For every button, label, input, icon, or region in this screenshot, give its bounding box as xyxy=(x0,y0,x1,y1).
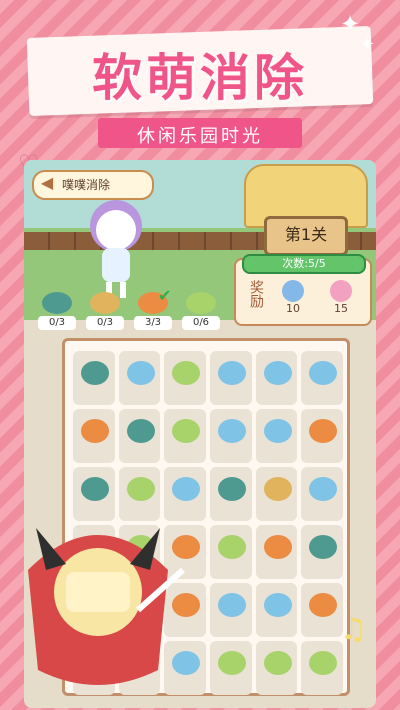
board-tile[interactable] xyxy=(118,409,161,463)
check-icon: ✔ xyxy=(158,286,172,305)
green-critter-icon xyxy=(218,651,246,675)
yellow-critter-icon xyxy=(263,477,292,501)
goal-progress: 0/3 xyxy=(86,316,124,330)
board-tile[interactable] xyxy=(301,467,343,521)
board-tile[interactable] xyxy=(255,351,298,405)
red-hood-girl-character xyxy=(28,528,185,685)
blue-critter-icon xyxy=(309,361,338,385)
blue-critter-icon xyxy=(263,361,292,385)
subtitle-banner: 休闲乐园时光 xyxy=(98,118,302,148)
goal-item: 0/6 xyxy=(180,292,222,332)
green-critter-icon xyxy=(186,292,216,314)
teal-critter-icon xyxy=(81,477,109,501)
reward-panel: 次数:5/5 奖励 10 15 xyxy=(234,254,372,326)
orange-critter-icon xyxy=(81,419,109,443)
reward-label: 奖励 xyxy=(248,280,264,308)
board-tile[interactable] xyxy=(210,409,252,463)
blue-critter-icon xyxy=(263,593,292,617)
back-button-label: 噗噗消除 xyxy=(62,178,111,192)
board-tile[interactable] xyxy=(301,525,343,579)
board-tile[interactable] xyxy=(255,525,298,579)
moves-label: 次数:5/5 xyxy=(282,257,326,270)
level-badge: 第1关 xyxy=(264,216,348,256)
goal-progress: 0/6 xyxy=(182,316,220,330)
level-label: 第1关 xyxy=(284,225,328,244)
board-tile[interactable] xyxy=(164,409,206,463)
teal-critter-icon xyxy=(81,361,109,385)
bottle-icon xyxy=(282,280,304,302)
goal-item: ✔ 3/3 xyxy=(132,286,174,332)
board-tile[interactable] xyxy=(255,641,298,695)
board-tile[interactable] xyxy=(301,351,343,405)
moves-bar: 次数:5/5 xyxy=(242,254,366,274)
board-tile[interactable] xyxy=(210,583,252,637)
goal-item: 0/3 xyxy=(36,292,78,332)
orange-critter-icon xyxy=(309,593,338,617)
board-tile[interactable] xyxy=(255,583,298,637)
star-gem-icon xyxy=(330,280,352,302)
reward-item-gem: 15 xyxy=(324,280,358,316)
orange-critter-icon xyxy=(90,292,120,314)
music-note-icon: ♫ xyxy=(340,612,367,647)
board-tile[interactable] xyxy=(210,525,252,579)
teal-critter-icon xyxy=(309,535,338,559)
board-tile[interactable] xyxy=(255,409,298,463)
board-tile[interactable] xyxy=(301,641,343,695)
board-tile[interactable] xyxy=(210,641,252,695)
reward-count: 10 xyxy=(286,302,300,315)
board-tile[interactable] xyxy=(210,351,252,405)
board-tile[interactable] xyxy=(301,583,343,637)
green-critter-icon xyxy=(263,651,292,675)
board-tile[interactable] xyxy=(210,467,252,521)
board-tile[interactable] xyxy=(73,351,115,405)
teal-critter-icon xyxy=(42,292,72,314)
goal-item: 0/3 xyxy=(84,292,126,332)
teal-critter-icon xyxy=(218,477,246,501)
blue-critter-icon xyxy=(126,361,155,385)
goal-progress: 0/3 xyxy=(38,316,76,330)
orange-critter-icon xyxy=(263,535,292,559)
green-critter-icon xyxy=(172,419,201,443)
green-critter-icon xyxy=(218,535,246,559)
sparkle-icon: ✦ xyxy=(340,10,361,38)
goal-list: 0/3 0/3 ✔ 3/3 0/6 xyxy=(36,286,236,332)
orange-critter-icon xyxy=(309,419,338,443)
blue-critter-icon xyxy=(218,419,246,443)
app-subtitle: 休闲乐园时光 xyxy=(137,126,263,147)
purple-hair-girl-character xyxy=(90,200,142,298)
board-tile[interactable] xyxy=(301,409,343,463)
app-title: 软萌消除 xyxy=(92,49,308,107)
board-tile[interactable] xyxy=(164,351,206,405)
board-tile[interactable] xyxy=(118,351,161,405)
reward-count: 15 xyxy=(334,302,348,315)
reward-item-bottle: 10 xyxy=(276,280,310,316)
goal-progress: 3/3 xyxy=(134,316,172,330)
green-critter-icon xyxy=(126,477,155,501)
board-tile[interactable] xyxy=(73,409,115,463)
blue-critter-icon xyxy=(263,419,292,443)
blue-critter-icon xyxy=(309,477,338,501)
green-critter-icon xyxy=(172,361,201,385)
sparkle-icon: ✦ xyxy=(360,34,376,55)
green-critter-icon xyxy=(309,651,338,675)
blue-critter-icon xyxy=(172,477,201,501)
teal-critter-icon xyxy=(126,419,155,443)
back-arrow-icon: ◀ xyxy=(40,173,54,192)
blue-critter-icon xyxy=(218,593,246,617)
board-tile[interactable] xyxy=(255,467,298,521)
blue-critter-icon xyxy=(218,361,246,385)
